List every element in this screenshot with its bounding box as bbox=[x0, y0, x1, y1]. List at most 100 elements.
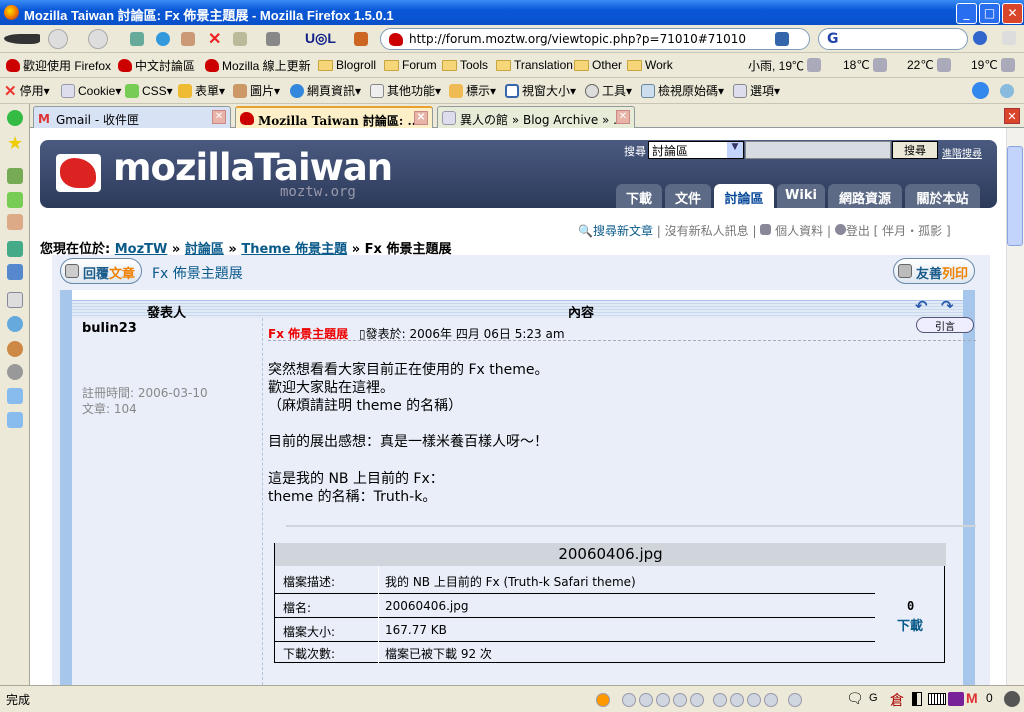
reload-icon[interactable] bbox=[130, 31, 144, 46]
logout-link[interactable]: 登出 [ 伴月・孤影 ] bbox=[846, 224, 951, 238]
reply-button[interactable]: 回覆文章 bbox=[60, 258, 142, 284]
profile-link[interactable]: 個人資料 bbox=[775, 224, 823, 238]
search-input[interactable]: G bbox=[818, 28, 968, 50]
close-window-button[interactable]: ✕ bbox=[1002, 3, 1023, 24]
download-link[interactable]: 下載 bbox=[897, 615, 923, 634]
bookmark-folder[interactable]: Other bbox=[574, 53, 622, 77]
bookmark-folder[interactable]: Work bbox=[627, 53, 673, 77]
warning-icon[interactable] bbox=[266, 31, 280, 46]
nav-tab-forum[interactable]: 討論區 bbox=[714, 184, 774, 208]
tab-close-button[interactable]: ✕ bbox=[212, 110, 226, 124]
arrow-icon[interactable] bbox=[354, 31, 368, 46]
tab-close-button[interactable]: ✕ bbox=[414, 111, 428, 125]
url-lookup-icon[interactable]: U◎L bbox=[305, 25, 336, 52]
status-circle-icon[interactable] bbox=[1004, 691, 1020, 707]
tab-blog[interactable]: 異人の館 » Blog Archive » ... ✕ bbox=[437, 106, 635, 128]
devbar-tools[interactable]: 工具▾ bbox=[585, 78, 632, 103]
volume-icon[interactable] bbox=[788, 693, 802, 707]
tool-icon[interactable] bbox=[233, 31, 247, 46]
devbar-images[interactable]: 圖片▾ bbox=[233, 78, 280, 103]
bookmark-folder[interactable]: Forum bbox=[384, 53, 437, 77]
next-topic-arrow-icon[interactable]: ↷ bbox=[941, 297, 954, 315]
nav-tab-resources[interactable]: 網路資源 bbox=[828, 184, 902, 208]
prev-topic-arrow-icon[interactable]: ↶ bbox=[915, 297, 928, 315]
home-icon[interactable] bbox=[181, 31, 195, 46]
back-circle-icon[interactable] bbox=[7, 110, 23, 126]
nav-tab-wiki[interactable]: Wiki bbox=[777, 184, 825, 208]
star-icon[interactable]: ★ bbox=[7, 135, 23, 153]
devbar-resize[interactable]: 視窗大小▾ bbox=[505, 78, 576, 103]
nav-tab-docs[interactable]: 文件 bbox=[665, 184, 711, 208]
rss-icon[interactable] bbox=[775, 32, 789, 46]
keyboard-icon[interactable] bbox=[928, 693, 946, 705]
tab-moztw[interactable]: Mozilla Taiwan 討論區: ... ✕ bbox=[235, 106, 433, 128]
dictionary-icon[interactable]: 倉 bbox=[890, 690, 904, 710]
cookie-icon[interactable] bbox=[7, 341, 23, 357]
nav-tab-download[interactable]: 下載 bbox=[616, 184, 662, 208]
book-icon[interactable] bbox=[7, 388, 23, 404]
quote-button[interactable]: 引言 bbox=[916, 317, 974, 333]
site-search-input[interactable] bbox=[745, 141, 891, 159]
advanced-search-link[interactable]: 進階搜尋 bbox=[942, 145, 982, 160]
download-icon[interactable] bbox=[7, 168, 23, 184]
calendar-icon[interactable] bbox=[7, 264, 23, 280]
print-button[interactable]: 友善列印 bbox=[893, 258, 975, 284]
next-track-icon[interactable] bbox=[690, 693, 704, 707]
bookmark-item[interactable]: Mozilla 線上更新 bbox=[205, 53, 311, 77]
topic-title[interactable]: Fx 佈景主題展 bbox=[152, 263, 243, 283]
update-icon[interactable] bbox=[973, 31, 987, 45]
google-status-icon[interactable]: G bbox=[869, 692, 878, 704]
devbar-info[interactable]: 網頁資訊▾ bbox=[290, 78, 361, 103]
note-icon[interactable] bbox=[7, 412, 23, 428]
bookmark-folder[interactable]: Translation bbox=[496, 53, 573, 77]
stop-icon[interactable] bbox=[673, 693, 687, 707]
bookmark-folder[interactable]: Blogroll bbox=[318, 53, 376, 77]
search-scope-select[interactable]: 討論區 ▼ bbox=[648, 141, 744, 159]
search-new-posts-link[interactable]: 搜尋新文章 bbox=[593, 224, 653, 238]
panel-icon[interactable] bbox=[7, 241, 23, 257]
bookmark-item[interactable]: 歡迎使用 Firefox bbox=[6, 53, 111, 77]
note-icon[interactable] bbox=[713, 693, 727, 707]
panel-toggle-icon[interactable] bbox=[912, 692, 922, 706]
up-icon[interactable] bbox=[747, 693, 761, 707]
weather-item[interactable]: 小雨, 19℃ bbox=[748, 53, 822, 77]
weather-item[interactable]: 22℃ bbox=[907, 53, 951, 77]
bookmark-item[interactable]: 中文討論區 bbox=[118, 53, 195, 77]
back-button[interactable] bbox=[48, 28, 68, 49]
previous-track-icon[interactable] bbox=[622, 693, 636, 707]
devbar-forms[interactable]: 表單▾ bbox=[178, 78, 225, 103]
inspect-icon[interactable] bbox=[7, 316, 23, 332]
down-icon[interactable] bbox=[764, 693, 778, 707]
eject-icon[interactable] bbox=[730, 693, 744, 707]
devbar-outline[interactable]: 標示▾ bbox=[449, 78, 496, 103]
js-icon[interactable] bbox=[7, 292, 23, 308]
weather-item[interactable]: 18℃ bbox=[843, 53, 887, 77]
forward-button[interactable] bbox=[88, 28, 108, 49]
devbar-misc[interactable]: 其他功能▾ bbox=[370, 78, 441, 103]
info-icon[interactable] bbox=[7, 364, 23, 380]
tab-gmail[interactable]: M Gmail - 收件匣 ✕ bbox=[33, 106, 231, 128]
site-logo[interactable]: mozillaTaiwan bbox=[113, 146, 393, 189]
devbar-disable[interactable]: ✕ 停用▾ bbox=[4, 78, 50, 103]
play-icon[interactable] bbox=[639, 693, 653, 707]
validate-check-icon[interactable] bbox=[972, 82, 989, 99]
theme-icon[interactable] bbox=[7, 214, 23, 230]
scrollbar-thumb[interactable] bbox=[1007, 146, 1023, 246]
url-bar[interactable]: http://forum.moztw.org/viewtopic.php?p=7… bbox=[380, 28, 810, 50]
bookmark-folder[interactable]: Tools bbox=[442, 53, 488, 77]
chat-icon[interactable]: 🗨 bbox=[846, 690, 864, 707]
book-icon[interactable] bbox=[948, 692, 964, 706]
devbar-cookie[interactable]: Cookie▾ bbox=[61, 78, 121, 103]
post-author[interactable]: bulin23 bbox=[82, 321, 137, 336]
devbar-css[interactable]: CSS▾ bbox=[125, 78, 173, 103]
gmail-icon[interactable]: M bbox=[966, 690, 978, 706]
nav-tab-about[interactable]: 關於本站 bbox=[905, 184, 980, 208]
close-tab-button[interactable]: ✕ bbox=[1004, 108, 1020, 124]
stop-icon[interactable]: ✕ bbox=[208, 25, 221, 52]
minimize-button[interactable]: _ bbox=[956, 3, 977, 24]
maximize-button[interactable]: □ bbox=[979, 3, 1000, 24]
settings-icon[interactable] bbox=[156, 31, 170, 46]
pause-icon[interactable] bbox=[656, 693, 670, 707]
site-search-button[interactable]: 搜尋 bbox=[892, 141, 938, 159]
weather-item[interactable]: 19℃ bbox=[971, 53, 1015, 77]
